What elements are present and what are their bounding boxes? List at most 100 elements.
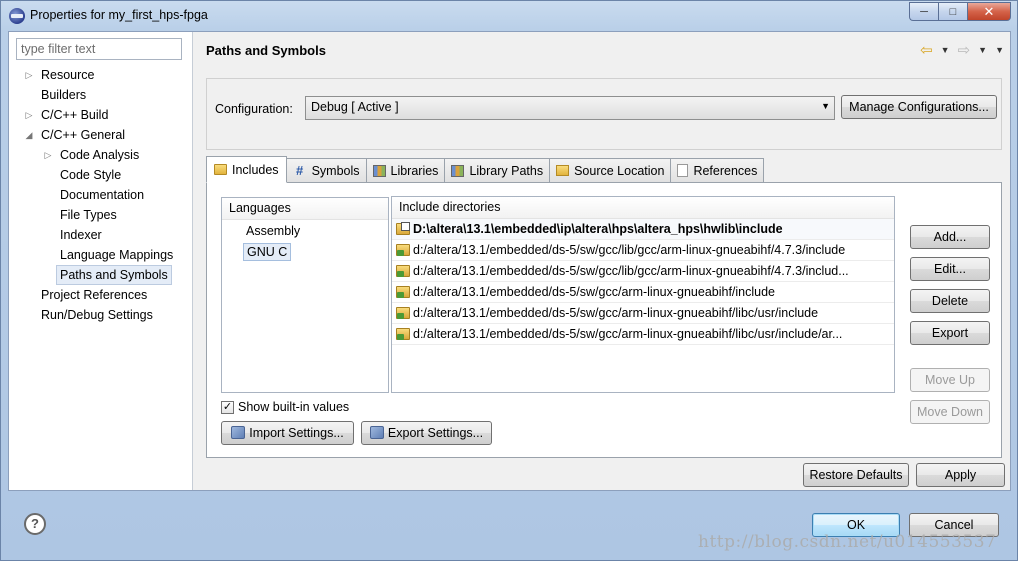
tab-label: Libraries — [390, 163, 439, 178]
properties-dialog: Properties for my_first_hps-fpga ─ □ ✕ t… — [0, 0, 1018, 561]
sidebar-item-label: Paths and Symbols — [56, 265, 172, 285]
collapsed-arrow-icon[interactable]: ▷ — [43, 145, 53, 165]
tab-library-paths[interactable]: Library Paths — [445, 158, 551, 182]
sidebar-item-code-style[interactable]: Code Style — [9, 165, 193, 185]
sidebar-item-paths-and-symbols[interactable]: Paths and Symbols — [9, 265, 193, 285]
back-arrow-icon[interactable]: ⇦ — [920, 41, 933, 59]
references-icon — [677, 164, 689, 177]
restore-defaults-button[interactable]: Restore Defaults — [803, 463, 909, 487]
import-settings-label: Import Settings... — [249, 426, 344, 440]
export-button[interactable]: Export — [910, 321, 990, 345]
include-directories-list: Include directories D:\altera\13.1\embed… — [391, 196, 895, 393]
dialog-client-area: type filter text ▷ Resource Builders ▷ C/C++… — [8, 31, 1011, 491]
show-builtin-checkbox[interactable]: ✓ — [221, 400, 234, 414]
sidebar-item-c-c-build[interactable]: ▷ C/C++ Build — [9, 105, 193, 125]
collapsed-arrow-icon[interactable]: ▷ — [24, 105, 34, 125]
builtin-include-folder-icon — [396, 286, 410, 298]
sidebar-item-label: Language Mappings — [60, 248, 174, 262]
configuration-select[interactable]: Debug [ Active ] ▼ — [305, 96, 835, 120]
help-icon[interactable]: ? — [24, 513, 46, 535]
library-paths-icon — [451, 164, 465, 177]
languages-list: Languages Assembly GNU C — [221, 197, 389, 393]
include-row[interactable]: d:/altera/13.1/embedded/ds-5/sw/gcc/arm-… — [392, 303, 894, 324]
sidebar-item-c-c-general[interactable]: ◢ C/C++ General — [9, 125, 193, 145]
tab-source-location[interactable]: Source Location — [550, 158, 672, 182]
tab-label: Includes — [232, 162, 279, 177]
minimize-button[interactable]: ─ — [909, 2, 938, 21]
sidebar-item-documentation[interactable]: Documentation — [9, 185, 193, 205]
tab-label: References — [693, 163, 758, 178]
include-row[interactable]: D:\altera\13.1\embedded\ip\altera\hps\al… — [392, 219, 894, 240]
include-row[interactable]: d:/altera/13.1/embedded/ds-5/sw/gcc/arm-… — [392, 282, 894, 303]
forward-dropdown-icon[interactable]: ▼ — [978, 45, 987, 55]
export-settings-button[interactable]: Export Settings... — [361, 421, 492, 445]
sidebar-item-label: File Types — [60, 208, 117, 222]
collapsed-arrow-icon[interactable]: ▷ — [24, 65, 34, 85]
language-item-assembly[interactable]: Assembly — [246, 224, 300, 238]
languages-header: Languages — [222, 198, 388, 220]
close-button[interactable]: ✕ — [967, 2, 1011, 21]
sidebar-item-builders[interactable]: Builders — [9, 85, 193, 105]
sidebar-item-label: Documentation — [60, 188, 145, 202]
builtin-include-folder-icon — [396, 307, 410, 319]
export-icon — [369, 426, 384, 439]
maximize-button[interactable]: □ — [938, 2, 967, 21]
title-bar[interactable]: Properties for my_first_hps-fpga ─ □ ✕ — [1, 1, 1017, 31]
add-button[interactable]: Add... — [910, 225, 990, 249]
include-path: d:/altera/13.1/embedded/ds-5/sw/gcc/arm-… — [413, 305, 819, 320]
tab-label: Symbols — [311, 163, 360, 178]
include-row[interactable]: d:/altera/13.1/embedded/ds-5/sw/gcc/arm-… — [392, 324, 894, 345]
sidebar-item-label: C/C++ General — [41, 128, 126, 142]
import-icon — [231, 426, 246, 439]
expanded-arrow-icon[interactable]: ◢ — [24, 125, 34, 145]
back-dropdown-icon[interactable]: ▼ — [941, 45, 950, 55]
view-menu-icon[interactable]: ▼ — [995, 45, 1004, 55]
include-path: d:/altera/13.1/embedded/ds-5/sw/gcc/lib/… — [413, 263, 849, 278]
sidebar-item-code-analysis[interactable]: ▷ Code Analysis — [9, 145, 193, 165]
show-builtin-values[interactable]: ✓ Show built-in values — [221, 400, 349, 414]
manage-configurations-button[interactable]: Manage Configurations... — [841, 95, 997, 119]
sidebar-item-run-debug-settings[interactable]: Run/Debug Settings — [9, 305, 193, 325]
configuration-value: Debug [ Active ] — [311, 100, 399, 114]
edit-button[interactable]: Edit... — [910, 257, 990, 281]
export-settings-label: Export Settings... — [387, 426, 484, 440]
include-row[interactable]: d:/altera/13.1/embedded/ds-5/sw/gcc/lib/… — [392, 261, 894, 282]
sidebar-item-indexer[interactable]: Indexer — [9, 225, 193, 245]
include-path: d:/altera/13.1/embedded/ds-5/sw/gcc/arm-… — [413, 284, 776, 299]
page-nav: ⇦ ▼ ⇨ ▼ ▼ — [920, 41, 1004, 59]
delete-button[interactable]: Delete — [910, 289, 990, 313]
language-item-gnu-c[interactable]: GNU C — [243, 243, 292, 261]
include-path: D:\altera\13.1\embedded\ip\altera\hps\al… — [413, 221, 783, 236]
sidebar-item-label: Builders — [41, 88, 87, 102]
sidebar-item-label: Indexer — [60, 228, 102, 242]
tab-references[interactable]: References — [671, 158, 765, 182]
tab-symbols[interactable]: # Symbols — [286, 158, 367, 182]
sidebar-item-file-types[interactable]: File Types — [9, 205, 193, 225]
move-up-button[interactable]: Move Up — [910, 368, 990, 392]
filter-input[interactable]: type filter text — [16, 38, 182, 60]
include-path: d:/altera/13.1/embedded/ds-5/sw/gcc/arm-… — [413, 326, 843, 341]
tab-label: Library Paths — [469, 163, 544, 178]
import-settings-button[interactable]: Import Settings... — [221, 421, 354, 445]
configuration-label: Configuration: — [215, 102, 293, 116]
sidebar-item-language-mappings[interactable]: Language Mappings — [9, 245, 193, 265]
sidebar-item-label: Run/Debug Settings — [41, 308, 153, 322]
include-row[interactable]: d:/altera/13.1/embedded/ds-5/sw/gcc/lib/… — [392, 240, 894, 261]
window-title: Properties for my_first_hps-fpga — [30, 8, 208, 22]
sidebar-item-label: C/C++ Build — [41, 108, 109, 122]
tab-strip: Includes # Symbols Libraries Library Paths So… — [206, 156, 765, 183]
forward-arrow-icon[interactable]: ⇨ — [958, 41, 971, 59]
sidebar-item-resource[interactable]: ▷ Resource — [9, 65, 193, 85]
hash-icon: # — [295, 162, 304, 178]
sidebar-item-label: Resource — [41, 68, 95, 82]
tab-libraries[interactable]: Libraries — [366, 158, 446, 182]
chevron-down-icon: ▼ — [821, 101, 830, 111]
move-down-button[interactable]: Move Down — [910, 400, 990, 424]
watermark-text: http://blog.csdn.net/u014553537 — [698, 532, 997, 552]
apply-button[interactable]: Apply — [916, 463, 1005, 487]
builtin-include-folder-icon — [396, 265, 410, 277]
user-include-folder-icon — [396, 222, 410, 235]
property-tree: ▷ Resource Builders ▷ C/C++ Build ◢ C/C++ Gene… — [9, 65, 193, 325]
sidebar-item-project-references[interactable]: Project References — [9, 285, 193, 305]
tab-includes[interactable]: Includes — [206, 156, 287, 183]
